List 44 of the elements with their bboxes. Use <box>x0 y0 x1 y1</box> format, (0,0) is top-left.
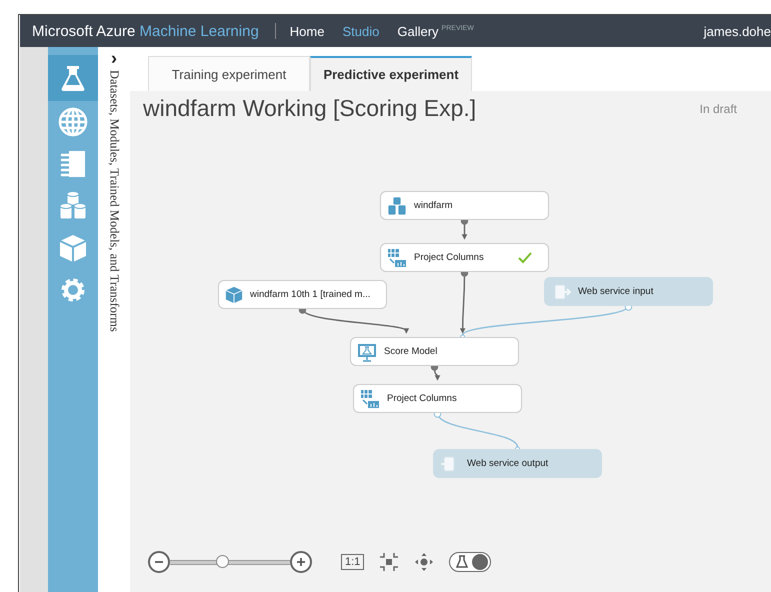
nav-link[interactable]: Gallery $^{PREVIEW}$ <box>397 24 474 38</box>
product-title: Microsoft Azure Machine Learning <box>32 22 259 40</box>
tab[interactable]: Training experiment <box>148 56 310 91</box>
palette-title[interactable]: Datasets, Modules, Trained Models, and Transforms <box>106 70 122 332</box>
table-chart-icon <box>360 388 380 408</box>
status-label: In draft <box>700 102 737 118</box>
module-node[interactable]: Web service input <box>544 277 713 306</box>
tab[interactable]: Predictive experiment <box>310 56 472 91</box>
module-node[interactable]: Project Columns <box>353 384 522 413</box>
node-label: Web service output <box>467 458 548 469</box>
nav-link[interactable]: Studio <box>342 24 380 38</box>
notebook-icon <box>60 150 86 178</box>
zoom-slider[interactable] <box>170 554 290 570</box>
node-label: Project Columns <box>414 252 484 263</box>
cube-icon <box>225 286 243 304</box>
pan-icon[interactable] <box>414 552 434 572</box>
table-chart-icon <box>387 248 407 268</box>
node-label: Score Model <box>384 346 438 357</box>
node-label: windfarm <box>414 200 453 211</box>
nav-link[interactable]: Home <box>290 24 324 38</box>
fit-icon[interactable] <box>379 552 400 572</box>
globe-icon <box>57 106 89 138</box>
node-label: Project Columns <box>387 393 457 404</box>
flask-icon <box>455 555 470 569</box>
actual-size-button[interactable]: 1:1 <box>341 554 364 570</box>
cube-icon <box>58 233 88 263</box>
node-label: Web service input <box>578 286 654 297</box>
settings-icon <box>59 276 87 304</box>
module-node[interactable]: Score Model <box>350 337 519 366</box>
plus-icon <box>295 556 307 568</box>
zoom-out-button[interactable] <box>148 551 170 573</box>
module-node[interactable]: Web service output <box>433 449 602 478</box>
node-label: windfarm 10th 1 [trained m... <box>250 289 370 300</box>
expand-button[interactable]: › <box>111 50 117 66</box>
experiment-title: windfarm Working [Scoring Exp.] <box>143 95 476 122</box>
module-node[interactable]: Project Columns <box>380 243 549 272</box>
monitor-icon <box>357 342 377 362</box>
experiments-button[interactable] <box>48 55 98 101</box>
zoom-in-button[interactable] <box>290 551 312 573</box>
slider-thumb[interactable] <box>216 554 229 568</box>
view-toggle[interactable] <box>449 552 492 572</box>
user-name[interactable]: james.dohe <box>704 24 771 38</box>
module-node[interactable]: windfarm <box>380 191 549 220</box>
module-node[interactable]: windfarm 10th 1 [trained m... <box>218 280 387 309</box>
